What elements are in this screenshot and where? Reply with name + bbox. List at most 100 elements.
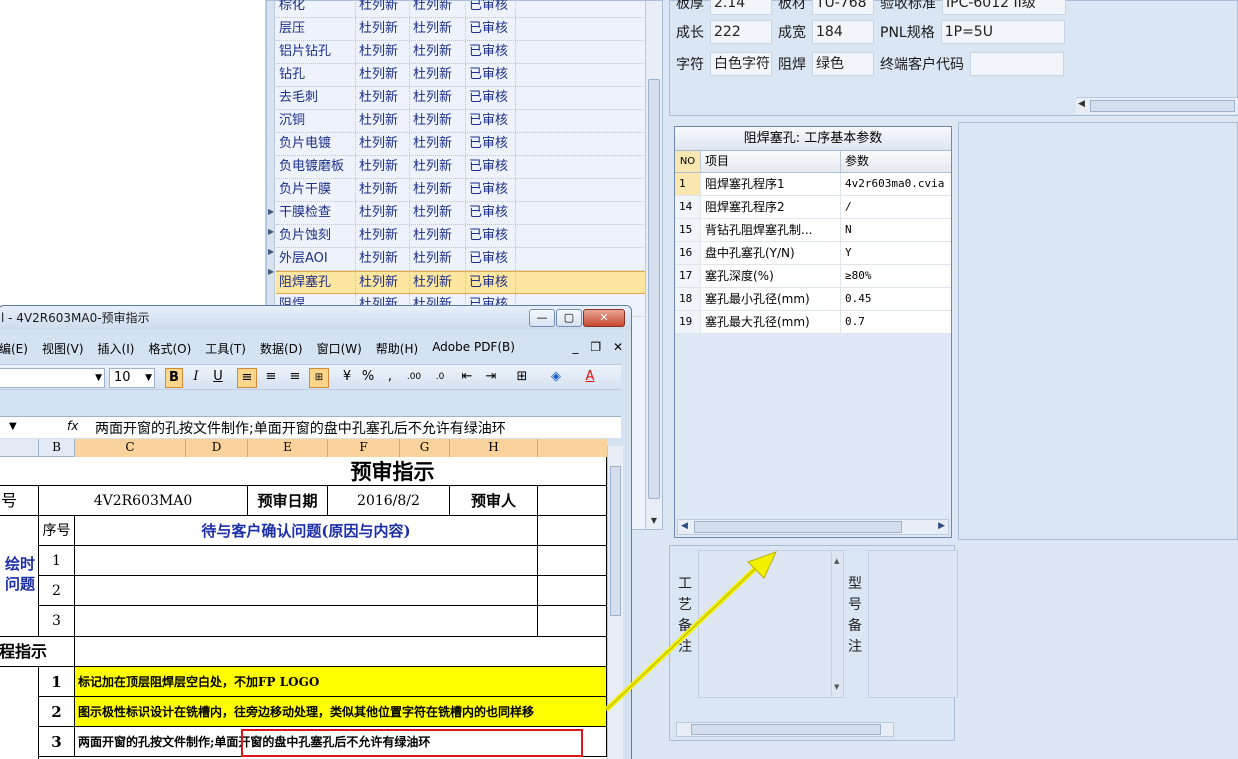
- process-row[interactable]: 负电镀磨板 杜列新 杜列新 已审核: [276, 156, 646, 179]
- col-header-C[interactable]: C: [75, 439, 186, 457]
- pending-row-spare[interactable]: [538, 576, 607, 606]
- scrollbar-thumb[interactable]: [610, 466, 621, 616]
- menu-item[interactable]: 格式(O): [148, 340, 191, 360]
- scrollbar-thumb[interactable]: [694, 521, 902, 533]
- param-row[interactable]: 18 塞孔最小孔径(mm) 0.45: [675, 288, 951, 311]
- increase-decimal-icon[interactable]: .00: [403, 368, 425, 388]
- pending-header-spare[interactable]: [538, 516, 607, 546]
- pending-row-text[interactable]: [75, 546, 538, 576]
- bold-icon[interactable]: B: [165, 368, 183, 388]
- col-header-A[interactable]: [0, 439, 39, 457]
- doc-close-icon[interactable]: ✕: [613, 340, 623, 354]
- pending-row-spare[interactable]: [538, 546, 607, 576]
- doc-restore-icon[interactable]: ❐: [590, 340, 601, 354]
- borders-icon[interactable]: ⊞: [509, 368, 535, 388]
- pending-row-text[interactable]: [75, 576, 538, 606]
- instr-row-no[interactable]: 3: [39, 727, 75, 757]
- chevron-down-icon[interactable]: ▼: [95, 369, 102, 387]
- font-color-icon[interactable]: A: [577, 368, 603, 388]
- seq-header[interactable]: 序号: [39, 516, 75, 546]
- sheet-vertical-scrollbar[interactable]: [607, 446, 623, 759]
- material-field[interactable]: TU-768: [812, 0, 874, 15]
- process-notes-field[interactable]: ▲ ▼: [698, 550, 844, 698]
- scrollbar-thumb[interactable]: [648, 79, 660, 499]
- align-right-icon[interactable]: ≡: [285, 368, 305, 388]
- font-size-box[interactable]: 10 ▼: [109, 368, 155, 388]
- process-instr-label[interactable]: 程指示: [0, 637, 75, 667]
- process-row[interactable]: 负片干膜 杜列新 杜列新 已审核: [276, 179, 646, 202]
- process-row[interactable]: 阻焊塞孔 杜列新 杜列新 已审核: [276, 271, 646, 294]
- instr-row-no[interactable]: 1: [39, 667, 75, 697]
- pending-row-text[interactable]: [75, 606, 538, 637]
- model-no-label[interactable]: 号: [0, 486, 39, 516]
- align-center-icon[interactable]: ≡: [261, 368, 281, 388]
- width-field[interactable]: 184: [812, 20, 874, 44]
- close-icon[interactable]: ✕: [583, 309, 625, 327]
- name-box[interactable]: ▼: [0, 417, 19, 438]
- col-header-E[interactable]: E: [248, 439, 328, 457]
- process-list-scrollbar[interactable]: ▼: [645, 1, 662, 529]
- review-date-label[interactable]: 预审日期: [248, 486, 328, 516]
- instr-row-text[interactable]: 图示极性标识设计在铣槽内，往旁边移动处理，类似其他位置字符在铣槽内的也同样移: [75, 697, 607, 727]
- pending-row-no[interactable]: 3: [39, 606, 75, 637]
- param-row[interactable]: 17 塞孔深度(%) ≥80%: [675, 265, 951, 288]
- scroll-down-icon[interactable]: ▼: [648, 515, 660, 527]
- currency-icon[interactable]: ¥: [337, 368, 357, 388]
- fill-color-icon[interactable]: ◈: [543, 368, 569, 388]
- pnl-spec-field[interactable]: 1P=5U: [940, 20, 1065, 44]
- menu-item[interactable]: Adobe PDF(B): [432, 340, 515, 360]
- process-row[interactable]: 铝片钻孔 杜列新 杜列新 已审核: [276, 41, 646, 64]
- length-field[interactable]: 222: [710, 20, 772, 44]
- model-notes-field[interactable]: [868, 550, 958, 698]
- customer-code-field[interactable]: [970, 52, 1064, 76]
- font-name-box[interactable]: ▼: [0, 368, 105, 388]
- outdent-icon[interactable]: ⇤: [457, 368, 477, 388]
- menu-item[interactable]: 工具(T): [205, 340, 246, 360]
- merge-center-icon[interactable]: ⊞: [309, 368, 329, 388]
- scrollbar-thumb[interactable]: [1090, 100, 1235, 112]
- process-row[interactable]: 钻孔 杜列新 杜列新 已审核: [276, 64, 646, 87]
- process-instr-blank[interactable]: [75, 637, 607, 667]
- param-row[interactable]: 14 阻焊塞孔程序2 /: [675, 196, 951, 219]
- col-header-B[interactable]: B: [39, 439, 75, 457]
- fx-icon[interactable]: fx: [67, 419, 78, 433]
- comma-icon[interactable]: ,: [381, 368, 399, 388]
- param-row[interactable]: 16 盘中孔塞孔(Y/N) Y: [675, 242, 951, 265]
- process-row[interactable]: 负片蚀刻 杜列新 杜列新 已审核: [276, 225, 646, 248]
- pending-row-spare[interactable]: [538, 606, 607, 637]
- model-no-value[interactable]: 4V2R603MA0: [39, 486, 248, 516]
- col-header-I[interactable]: [538, 439, 607, 457]
- process-row[interactable]: 沉铜 杜列新 杜列新 已审核: [276, 110, 646, 133]
- param-row[interactable]: 1 阻焊塞孔程序1 4v2r603ma0.cvia: [675, 173, 951, 196]
- notes-horizontal-scrollbar[interactable]: [676, 722, 894, 737]
- menu-item[interactable]: 数据(D): [260, 340, 303, 360]
- thickness-field[interactable]: 2.14: [710, 0, 772, 15]
- menu-item[interactable]: 编(E): [0, 340, 28, 360]
- scroll-right-icon[interactable]: ▶: [938, 521, 945, 531]
- pending-header[interactable]: 待与客户确认问题(原因与内容): [75, 516, 538, 546]
- pending-row-no[interactable]: 2: [39, 576, 75, 606]
- col-header-D[interactable]: D: [186, 439, 248, 457]
- process-row[interactable]: 层压 杜列新 杜列新 已审核: [276, 18, 646, 41]
- scrollbar-thumb[interactable]: [691, 724, 881, 735]
- process-row[interactable]: 棕化 杜列新 杜列新 已审核: [276, 0, 646, 18]
- instr-row-text[interactable]: 标记加在顶层阻焊层空白处，不加FP LOGO: [75, 667, 607, 697]
- maximize-icon[interactable]: ▢: [556, 309, 582, 327]
- col-header-F[interactable]: F: [328, 439, 400, 457]
- info-horizontal-scrollbar[interactable]: ◀: [1076, 97, 1238, 114]
- excel-window[interactable]: l - 4V2R603MA0-预审指示 — ▢ ✕ 编(E) 视图(V) 插入(I)…: [0, 305, 632, 759]
- pending-group-label[interactable]: 绘时 问题: [0, 516, 39, 637]
- pending-row-no[interactable]: 1: [39, 546, 75, 576]
- formula-input[interactable]: 两面开窗的孔按文件制作;单面开窗的盘中孔塞孔后不允许有绿油环: [95, 418, 506, 438]
- menu-item[interactable]: 插入(I): [98, 340, 135, 360]
- col-item-header[interactable]: 项目: [701, 151, 841, 172]
- solder-mask-field[interactable]: 绿色: [812, 52, 874, 76]
- align-left-icon[interactable]: ≡: [237, 368, 257, 388]
- instr-group-cell[interactable]: [0, 667, 39, 759]
- menu-item[interactable]: 帮助(H): [376, 340, 418, 360]
- col-param-header[interactable]: 参数: [841, 151, 951, 172]
- notes-scrollbar[interactable]: ▲ ▼: [831, 551, 843, 697]
- review-date-value[interactable]: 2016/8/2: [328, 486, 450, 516]
- col-header-H[interactable]: H: [450, 439, 538, 457]
- legend-field[interactable]: 白色字符: [710, 52, 772, 76]
